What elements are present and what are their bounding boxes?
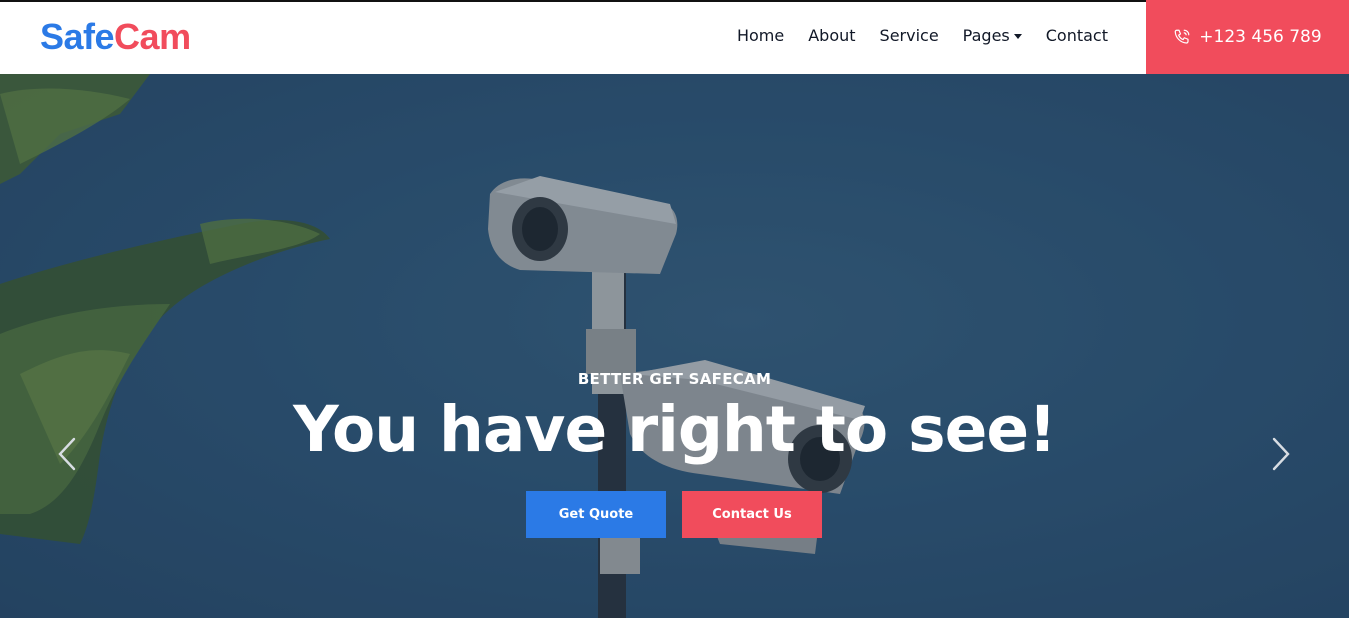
nav-about[interactable]: About — [808, 26, 855, 45]
hero-buttons: Get Quote Contact Us — [526, 491, 822, 538]
nav-pages-label: Pages — [962, 26, 1010, 45]
hero-headline: You have right to see! — [293, 393, 1057, 466]
phone-icon — [1174, 29, 1190, 44]
nav-home[interactable]: Home — [737, 26, 784, 45]
nav-service[interactable]: Service — [880, 26, 939, 45]
hero-carousel: BETTER GET SAFECAM You have right to see… — [0, 74, 1349, 618]
page: SafeCam Home About Service Pages Contact… — [0, 0, 1349, 618]
nav-contact[interactable]: Contact — [1046, 26, 1108, 45]
hero-eyebrow: BETTER GET SAFECAM — [577, 370, 772, 388]
contact-us-button[interactable]: Contact Us — [682, 491, 822, 538]
hero-content: BETTER GET SAFECAM You have right to see… — [0, 370, 1349, 461]
phone-number: +123 456 789 — [1199, 27, 1322, 47]
brand-part-cam: Cam — [114, 16, 191, 57]
main-nav: Home About Service Pages Contact — [737, 26, 1108, 45]
brand-part-safe: Safe — [40, 16, 115, 57]
nav-pages-dropdown[interactable]: Pages — [963, 26, 1022, 45]
caret-down-icon — [1013, 34, 1022, 39]
phone-cta[interactable]: +123 456 789 — [1146, 0, 1349, 74]
navbar: SafeCam Home About Service Pages Contact… — [0, 0, 1349, 74]
brand-logo[interactable]: SafeCam — [40, 16, 191, 58]
get-quote-button[interactable]: Get Quote — [526, 491, 666, 538]
